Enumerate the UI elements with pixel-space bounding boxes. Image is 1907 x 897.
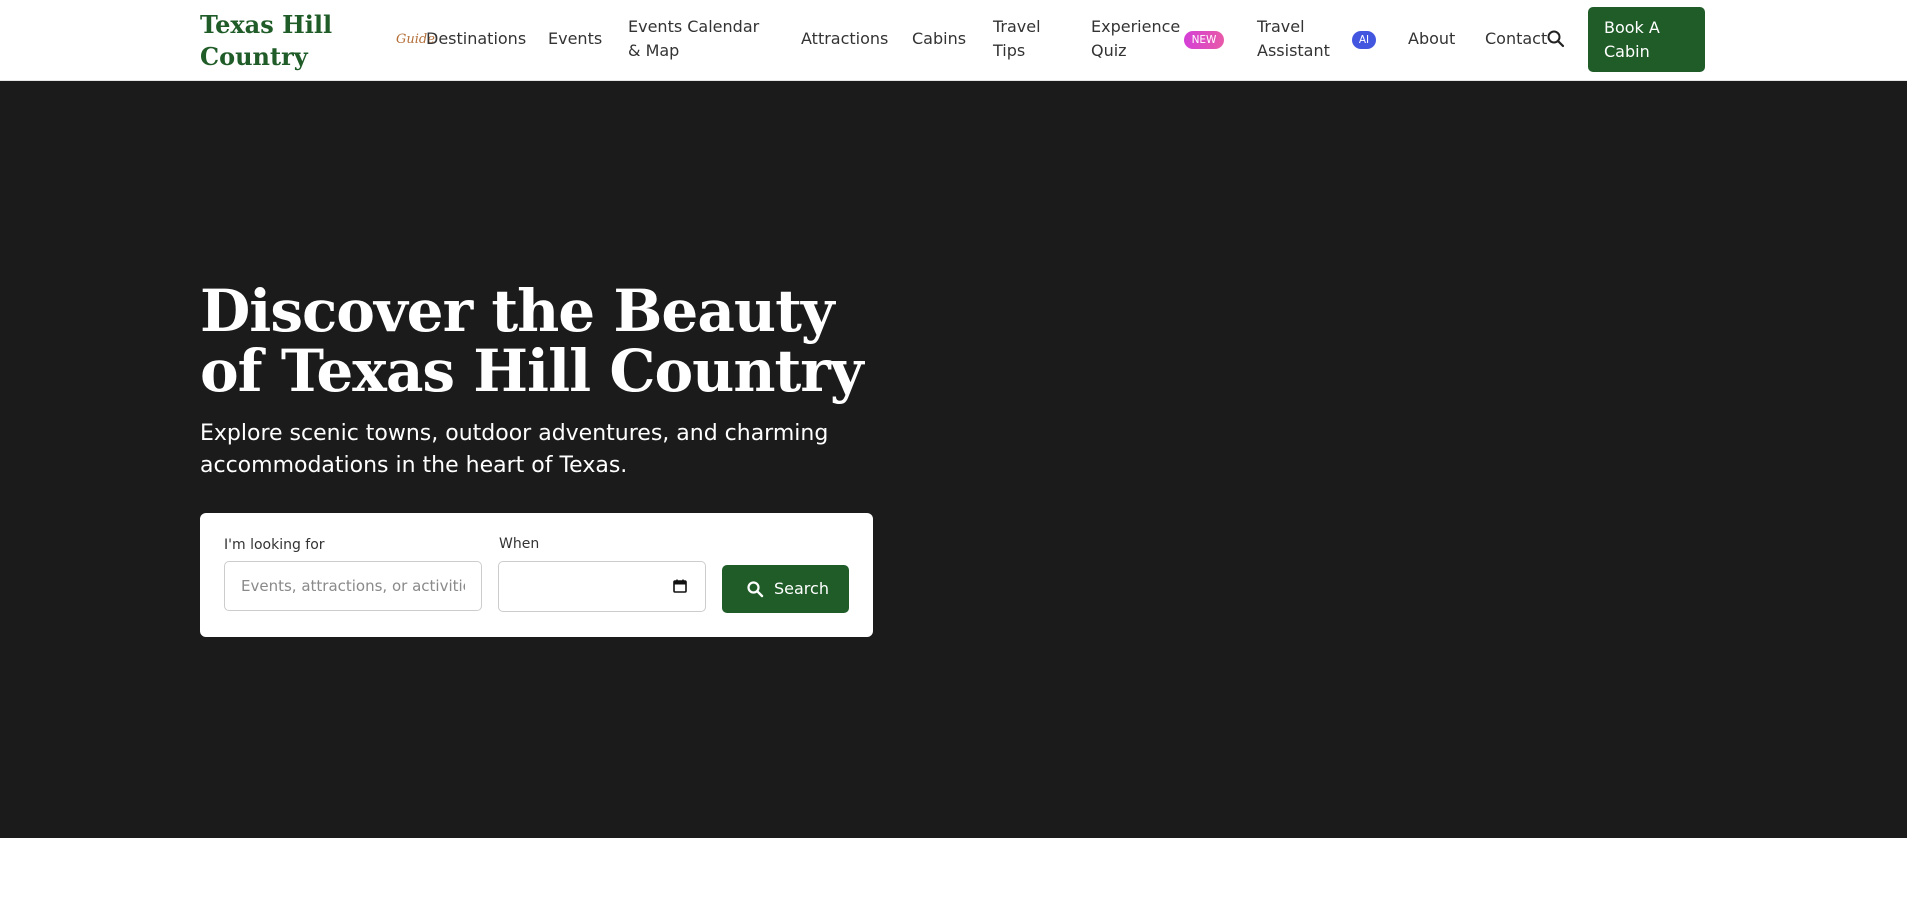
- ai-badge: AI: [1352, 31, 1376, 49]
- search-button-label: Search: [774, 579, 829, 598]
- search-icon: [747, 581, 764, 598]
- nav-contact[interactable]: Contact: [1485, 27, 1547, 51]
- top-navigation: Texas Hill Country Guide Destinations Ev…: [0, 0, 1907, 81]
- when-label: When: [499, 536, 540, 552]
- search-button[interactable]: Search: [722, 565, 849, 613]
- hero-subtitle: Explore scenic towns, outdoor adventures…: [200, 421, 829, 478]
- nav-attractions[interactable]: Attractions: [801, 27, 888, 51]
- nav-events[interactable]: Events: [548, 27, 602, 51]
- date-input[interactable]: [498, 561, 706, 612]
- hero-section: Discover the Beauty of Texas Hill Countr…: [0, 81, 1907, 838]
- nav-experience-quiz[interactable]: Experience Quiz: [1091, 15, 1181, 63]
- new-badge: NEW: [1184, 31, 1224, 49]
- nav-cabins[interactable]: Cabins: [912, 27, 966, 51]
- search-icon[interactable]: [1546, 29, 1566, 49]
- nav-travel-assistant[interactable]: Travel Assistant: [1257, 15, 1337, 63]
- nav-about[interactable]: About: [1408, 27, 1455, 51]
- site-logo[interactable]: Texas Hill Country: [200, 9, 340, 73]
- looking-for-label: I'm looking for: [224, 537, 325, 553]
- nav-travel-tips[interactable]: Travel Tips: [993, 15, 1055, 63]
- hero-title: Discover the Beauty of Texas Hill Countr…: [200, 277, 864, 405]
- nav-destinations[interactable]: Destinations: [426, 27, 526, 51]
- calendar-icon[interactable]: [673, 579, 687, 593]
- search-card: I'm looking for When Search: [200, 513, 873, 637]
- looking-for-input[interactable]: [224, 561, 482, 611]
- book-a-cabin-button[interactable]: Book A Cabin: [1588, 7, 1705, 72]
- nav-events-calendar-map[interactable]: Events Calendar & Map: [628, 15, 768, 63]
